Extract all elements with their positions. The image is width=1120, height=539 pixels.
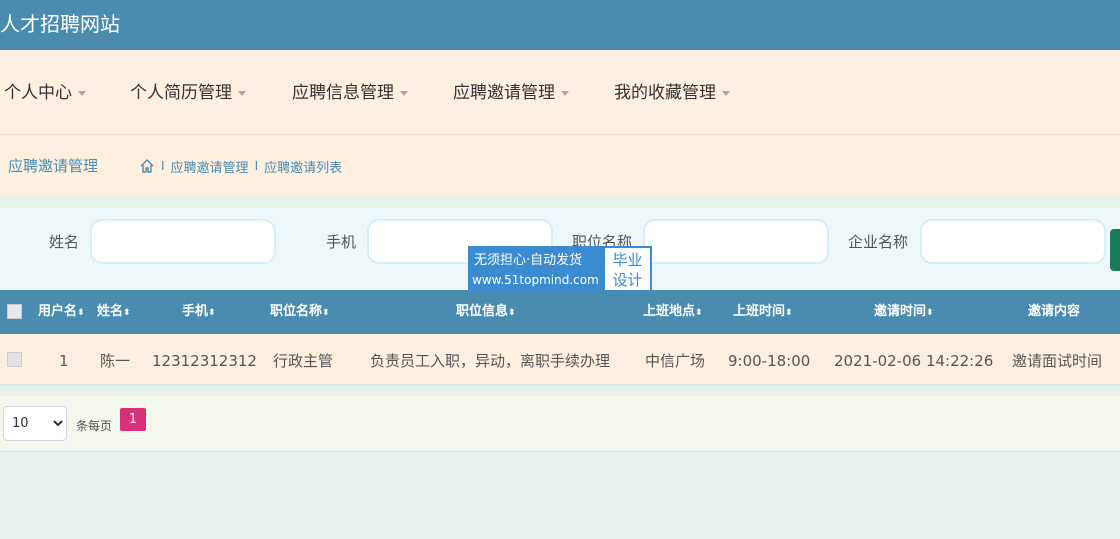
table-row: 1 陈一 12312312312 行政主管 负责员工入职，异动，离职手续办理 中… [0,334,1120,386]
column-header-invite-time[interactable]: 邀请时间⬍ [874,303,934,322]
pagination-bar: 10 条每页 1 [0,396,1120,452]
watermark-text: 无须担心·自动发货 [474,253,583,268]
column-header-username[interactable]: 用户名⬍ [38,303,85,322]
breadcrumb-item-invitation-management[interactable]: 应聘邀请管理 [171,157,249,176]
sort-icon: ⬍ [785,308,793,318]
breadcrumb-bar: 应聘邀请管理 I 应聘邀请管理 I 应聘邀请列表 [0,136,1120,196]
column-header-label: 手机 [182,304,209,319]
cell-position: 行政主管 [273,352,334,370]
column-header-label: 职位信息 [456,304,509,319]
nav-item-personal-center[interactable]: 个人中心 [4,81,86,105]
column-header-location[interactable]: 上班地点⬍ [643,303,703,322]
sort-icon: ⬍ [123,308,131,318]
sort-icon: ⬍ [208,308,216,318]
watermark-right-line: 毕业 [612,251,643,269]
position-search-input[interactable] [643,219,829,264]
watermark-right: 毕业 设计 [603,246,652,292]
column-header-label: 上班地点 [643,304,696,319]
cell-location: 中信广场 [645,352,706,370]
page-footer-area [0,480,1120,539]
column-header-label: 上班时间 [733,304,786,319]
top-header: 人才招聘网站 [0,0,1120,50]
company-label: 企业名称 [848,233,909,251]
name-search-input[interactable] [90,219,276,264]
cell-username: 1 [59,352,69,370]
sort-icon: ⬍ [322,308,330,318]
nav-item-resume-management[interactable]: 个人简历管理 [130,81,246,105]
page-button-current[interactable]: 1 [120,408,146,431]
column-header-invite-content: 邀请内容 [1028,303,1080,321]
nav-label: 应聘邀请管理 [453,83,555,103]
home-icon[interactable] [139,158,155,174]
main-nav: 个人中心 个人简历管理 应聘信息管理 应聘邀请管理 我的收藏管理 [0,50,1120,135]
caret-down-icon [78,90,86,96]
sort-icon: ⬍ [508,308,516,318]
nav-label: 个人简历管理 [130,83,232,103]
sort-icon: ⬍ [77,308,85,318]
watermark-right-line: 设计 [612,271,643,289]
cell-position-info: 负责员工入职，异动，离职手续办理 [370,352,611,370]
column-header-position[interactable]: 职位名称⬍ [270,303,330,322]
caret-down-icon [400,90,408,96]
nav-item-application-management[interactable]: 应聘信息管理 [292,81,408,105]
phone-label: 手机 [326,233,357,251]
sort-icon: ⬍ [926,308,934,318]
column-header-label: 姓名 [97,304,124,319]
nav-label: 应聘信息管理 [292,83,394,103]
column-header-label: 用户名 [38,304,78,319]
cell-invite-content: 邀请面试时间 [1012,352,1103,370]
watermark-left: 无须担心·自动发货 www.51topmind.com [468,246,603,292]
page-size-select[interactable]: 10 [3,406,67,441]
name-label: 姓名 [49,233,80,251]
nav-label: 我的收藏管理 [614,83,716,103]
caret-down-icon [561,90,569,96]
per-page-label: 条每页 [76,419,113,433]
column-header-label: 邀请时间 [874,304,927,319]
cell-work-time: 9:00-18:00 [728,352,811,370]
column-header-phone[interactable]: 手机⬍ [182,303,216,322]
row-checkbox[interactable] [7,352,22,367]
nav-label: 个人中心 [4,83,72,103]
column-header-name[interactable]: 姓名⬍ [97,303,131,322]
column-header-position-info[interactable]: 职位信息⬍ [456,303,516,322]
page-title: 应聘邀请管理 [8,157,99,175]
column-header-work-time[interactable]: 上班时间⬍ [733,303,793,322]
cell-phone: 12312312312 [152,352,257,370]
column-header-label: 邀请内容 [1028,304,1081,319]
watermark-url: www.51topmind.com [472,273,599,287]
caret-down-icon [722,90,730,96]
nav-item-invitation-management[interactable]: 应聘邀请管理 [453,81,569,105]
nav-item-favorites-management[interactable]: 我的收藏管理 [614,81,730,105]
caret-down-icon [238,90,246,96]
breadcrumb-item-invitation-list: 应聘邀请列表 [264,160,343,176]
select-all-checkbox[interactable] [7,304,22,319]
watermark-overlay: 无须担心·自动发货 www.51topmind.com 毕业 设计 [468,246,652,292]
company-search-input[interactable] [920,219,1106,264]
invitation-table: 用户名⬍ 姓名⬍ 手机⬍ 职位名称⬍ 职位信息⬍ 上班地点⬍ 上班时间⬍ 邀请时… [0,290,1120,386]
column-header-label: 职位名称 [270,304,323,319]
breadcrumb-separator: I [161,159,165,173]
site-title: 人才招聘网站 [0,12,120,36]
table-header: 用户名⬍ 姓名⬍ 手机⬍ 职位名称⬍ 职位信息⬍ 上班地点⬍ 上班时间⬍ 邀请时… [0,290,1120,334]
breadcrumb-separator: I [254,159,259,173]
sort-icon: ⬍ [695,308,703,318]
search-button[interactable] [1110,229,1120,271]
cell-name: 陈一 [100,352,131,370]
breadcrumb: I 应聘邀请管理 I 应聘邀请列表 [139,157,343,176]
cell-invite-time: 2021-02-06 14:22:26 [834,352,994,370]
